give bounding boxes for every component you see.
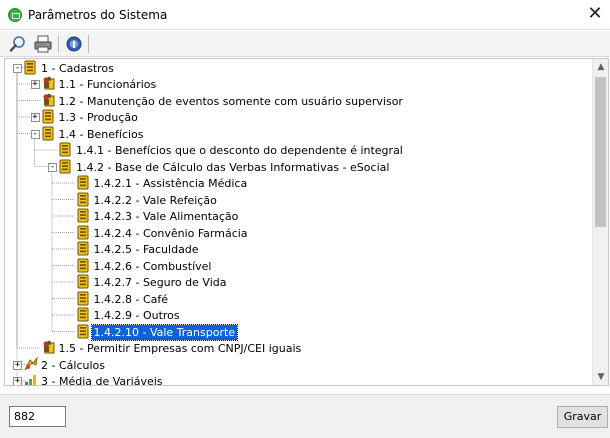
folder-yellow-icon bbox=[42, 126, 54, 144]
folder-yellow-icon bbox=[77, 208, 89, 226]
tree-node-label[interactable]: 1.4.2.9 - Outros bbox=[92, 308, 182, 323]
folder-yellow-icon bbox=[77, 291, 89, 309]
folder-yellow-icon bbox=[77, 274, 89, 292]
collapse-icon[interactable]: - bbox=[13, 63, 22, 73]
tree-node[interactable]: 1.4.2.7 - Seguro de Vida bbox=[5, 274, 591, 291]
tree-node[interactable]: 1.4.2.6 - Combustível bbox=[5, 258, 591, 275]
folder-yellow-icon bbox=[77, 225, 89, 243]
folder-yellow-icon bbox=[59, 159, 71, 177]
info-icon[interactable] bbox=[64, 34, 84, 54]
tree-node[interactable]: 1.4.2.3 - Vale Alimentação bbox=[5, 208, 591, 225]
folder-people-icon bbox=[42, 340, 56, 357]
scroll-down-icon[interactable]: ▼ bbox=[593, 369, 608, 385]
tree-node[interactable]: 1.4.2.4 - Convênio Farmácia bbox=[5, 225, 591, 242]
tree-node[interactable]: - 1.4 - Benefícios bbox=[5, 126, 591, 143]
tree-node-label[interactable]: 2 - Cálculos bbox=[39, 358, 107, 373]
tree-node[interactable]: 1.4.2.5 - Faculdade bbox=[5, 241, 591, 258]
title-bar: Parâmetros do Sistema ✕ bbox=[0, 0, 610, 30]
tree-node[interactable]: 1.4.2.1 - Assistência Médica bbox=[5, 175, 591, 192]
tree-node-label[interactable]: 1.4.2.1 - Assistência Médica bbox=[92, 176, 250, 191]
folder-yellow-icon bbox=[77, 192, 89, 210]
tree-node[interactable]: 1.4.2.2 - Vale Refeição bbox=[5, 192, 591, 209]
save-button[interactable]: Gravar bbox=[557, 406, 608, 428]
tree-node[interactable]: 1.2 - Manutenção de eventos somente com … bbox=[5, 93, 591, 110]
vertical-scrollbar[interactable]: ▲ ▼ bbox=[592, 59, 608, 385]
code-field[interactable] bbox=[9, 406, 66, 427]
expand-icon[interactable]: + bbox=[13, 360, 22, 370]
close-button[interactable]: ✕ bbox=[580, 0, 610, 30]
tree-node[interactable]: - 1 - Cadastros bbox=[5, 60, 591, 77]
tree-node[interactable]: - 1.4.2 - Base de Cálculo das Verbas Info… bbox=[5, 159, 591, 176]
tree-node-label[interactable]: 1 - Cadastros bbox=[39, 61, 116, 76]
tree-node-label[interactable]: 1.4.2.7 - Seguro de Vida bbox=[92, 275, 229, 290]
folder-yellow-icon bbox=[77, 241, 89, 259]
tree-node-label[interactable]: 1.4.2.3 - Vale Alimentação bbox=[92, 209, 241, 224]
folder-yellow-icon bbox=[77, 258, 89, 276]
tree-node[interactable]: 1.4.1 - Benefícios que o desconto do dep… bbox=[5, 142, 591, 159]
tree-node-label[interactable]: 1.4.2.6 - Combustível bbox=[92, 259, 214, 274]
tree-node[interactable]: +2 - Cálculos bbox=[5, 355, 591, 374]
tree-node-label[interactable]: 1.4.2 - Base de Cálculo das Verbas Infor… bbox=[74, 160, 391, 175]
chart-icon bbox=[24, 373, 38, 385]
folder-people-icon bbox=[42, 93, 56, 110]
tree-node-label[interactable]: 1.1 - Funcionários bbox=[57, 77, 159, 92]
collapse-icon[interactable]: - bbox=[30, 129, 40, 139]
tree-node-label[interactable]: 1.4.2.8 - Café bbox=[92, 292, 171, 307]
expand-icon[interactable]: + bbox=[30, 80, 40, 89]
folder-yellow-icon bbox=[59, 142, 71, 160]
toolbar-separator bbox=[88, 35, 89, 53]
folder-yellow-icon bbox=[77, 307, 89, 325]
toolbar bbox=[0, 31, 610, 57]
app-icon bbox=[8, 8, 22, 22]
footer-bar: Gravar bbox=[0, 394, 610, 438]
tree-node[interactable]: 1.4.2.9 - Outros bbox=[5, 307, 591, 324]
folder-yellow-icon bbox=[77, 175, 89, 193]
tree-node-label[interactable]: 1.4.2.10 - Vale Transporte bbox=[90, 323, 239, 341]
tree-node-label[interactable]: 1.4.2.2 - Vale Refeição bbox=[92, 193, 219, 208]
toolbar-separator bbox=[58, 35, 59, 53]
tree-node-label[interactable]: 1.5 - Permitir Empresas com CNPJ/CEI igu… bbox=[57, 341, 304, 356]
tree-node[interactable]: +3 - Média de Variáveis bbox=[5, 373, 591, 385]
calculator-icon bbox=[24, 355, 38, 374]
tree-node[interactable]: 1.5 - Permitir Empresas com CNPJ/CEI igu… bbox=[5, 340, 591, 357]
tree-node-label[interactable]: 1.2 - Manutenção de eventos somente com … bbox=[57, 94, 405, 109]
expand-icon[interactable]: + bbox=[30, 113, 40, 122]
print-icon[interactable] bbox=[33, 34, 53, 54]
tree-node-label[interactable]: 1.4 - Benefícios bbox=[57, 127, 146, 142]
tree-node-label[interactable]: 1.4.1 - Benefícios que o desconto do dep… bbox=[74, 143, 405, 158]
tree-node[interactable]: 1.4.2.8 - Café bbox=[5, 291, 591, 308]
window-title: Parâmetros do Sistema bbox=[28, 8, 168, 22]
folder-yellow-icon bbox=[42, 109, 54, 127]
folder-people-icon bbox=[42, 76, 56, 93]
tree-node-label[interactable]: 1.4.2.5 - Faculdade bbox=[92, 242, 201, 257]
parameters-tree[interactable]: -1 - Cadastros +1.1 - Funcionários 1.2 - M… bbox=[4, 58, 609, 386]
tree-node[interactable]: +1.1 - Funcionários bbox=[5, 76, 591, 93]
tree-node[interactable]: 1.4.2.10 - Vale Transporte bbox=[5, 323, 591, 342]
scroll-thumb[interactable] bbox=[595, 77, 606, 227]
scroll-up-icon[interactable]: ▲ bbox=[593, 59, 608, 75]
tree-node[interactable]: +1.3 - Produção bbox=[5, 109, 591, 126]
search-icon[interactable] bbox=[8, 34, 28, 54]
tree-node-label[interactable]: 1.3 - Produção bbox=[57, 110, 140, 125]
expand-icon[interactable]: + bbox=[13, 377, 22, 385]
folder-yellow-icon bbox=[77, 324, 89, 342]
folder-yellow-icon bbox=[24, 60, 36, 78]
tree-node-label[interactable]: 3 - Média de Variáveis bbox=[39, 374, 165, 385]
tree-node-label[interactable]: 1.4.2.4 - Convênio Farmácia bbox=[92, 226, 250, 241]
collapse-icon[interactable]: - bbox=[48, 162, 57, 172]
